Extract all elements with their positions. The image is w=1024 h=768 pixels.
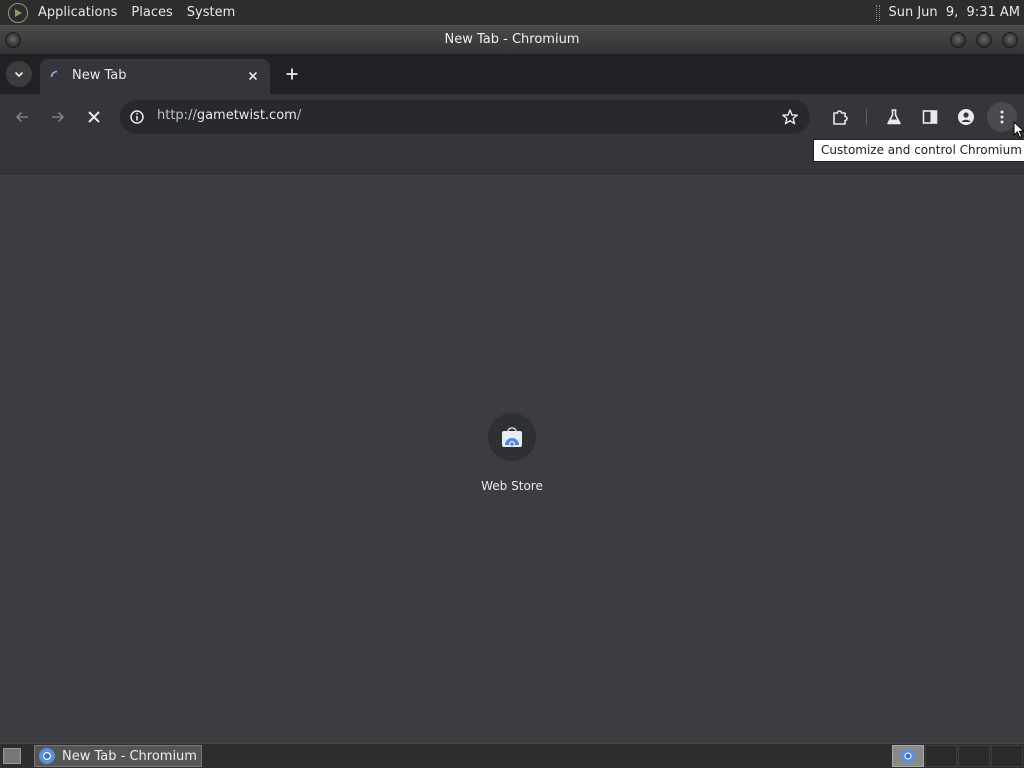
info-icon[interactable]: [128, 108, 146, 126]
shortcut-web-store[interactable]: Web Store: [472, 413, 552, 493]
applications-menu[interactable]: Applications: [34, 0, 121, 25]
stop-icon: [88, 111, 100, 123]
screen: Applications Places System Sun Jun 9, 9:…: [0, 0, 1024, 768]
workspace-4[interactable]: [991, 745, 1023, 767]
url-path: /: [296, 108, 302, 123]
side-panel-button[interactable]: [915, 102, 945, 132]
system-menu[interactable]: System: [183, 0, 239, 25]
chromium-icon: [900, 748, 916, 764]
workspace-2[interactable]: [925, 745, 957, 767]
toolbar-divider: [866, 109, 867, 125]
mouse-cursor-icon: [1013, 121, 1024, 139]
new-tab-page: Web Store: [0, 175, 1024, 743]
chevron-down-icon: [14, 71, 24, 78]
back-button[interactable]: [7, 102, 37, 132]
bottom-taskbar: New Tab - Chromium: [0, 743, 1024, 768]
places-menu[interactable]: Places: [127, 0, 176, 25]
new-tab-button[interactable]: [280, 62, 304, 86]
address-bar[interactable]: http://gametwist.com/: [120, 100, 810, 134]
url-host: gametwist.com: [196, 108, 297, 123]
window-title: New Tab - Chromium: [444, 32, 580, 47]
window-titlebar[interactable]: New Tab - Chromium: [0, 25, 1024, 54]
close-window-icon[interactable]: [1002, 32, 1018, 48]
puzzle-icon: [833, 110, 848, 125]
workspace-1[interactable]: [892, 745, 924, 767]
url-text[interactable]: http://gametwist.com/: [157, 108, 301, 123]
forward-arrow-icon: [52, 111, 65, 123]
gnome-foot-icon[interactable]: [8, 2, 28, 23]
workspace-3[interactable]: [958, 745, 990, 767]
tab-strip: New Tab: [0, 54, 1024, 94]
back-arrow-icon: [15, 111, 28, 123]
stop-button[interactable]: [79, 102, 109, 132]
shortcut-label: Web Store: [481, 479, 543, 493]
extensions-button[interactable]: [825, 102, 855, 132]
tab-close-icon[interactable]: [244, 67, 262, 85]
bookmark-star-icon[interactable]: [780, 107, 800, 127]
maximize-icon[interactable]: [976, 32, 992, 48]
tab-search-button[interactable]: [6, 61, 32, 87]
kebab-menu-icon: [1000, 110, 1004, 124]
top-panel: Applications Places System Sun Jun 9, 9:…: [0, 0, 1024, 25]
forward-button[interactable]: [43, 102, 73, 132]
tab-new-tab[interactable]: New Tab: [40, 59, 270, 94]
clock[interactable]: Sun Jun 9, 9:31 AM: [888, 5, 1020, 20]
chromium-icon: [39, 748, 55, 764]
show-desktop-icon[interactable]: [3, 748, 21, 764]
task-chromium[interactable]: New Tab - Chromium: [34, 745, 202, 767]
menu-tooltip: Customize and control Chromium: [813, 139, 1024, 162]
browser-toolbar: http://gametwist.com/: [0, 94, 1024, 140]
web-store-icon: [502, 427, 522, 447]
panel-separator: [876, 4, 881, 21]
loading-spinner-icon: [50, 70, 58, 78]
side-panel-icon: [922, 110, 938, 124]
person-icon: [958, 109, 974, 125]
panel-right-area: Sun Jun 9, 9:31 AM: [876, 0, 1020, 25]
minimize-icon[interactable]: [950, 32, 966, 48]
task-label: New Tab - Chromium: [62, 748, 197, 764]
plus-icon: [286, 68, 298, 80]
tab-title: New Tab: [72, 68, 127, 83]
shortcut-icon-circle: [488, 413, 536, 461]
labs-button[interactable]: [879, 102, 909, 132]
url-scheme: http://: [157, 108, 197, 123]
profile-button[interactable]: [951, 102, 981, 132]
flask-icon: [887, 109, 901, 125]
